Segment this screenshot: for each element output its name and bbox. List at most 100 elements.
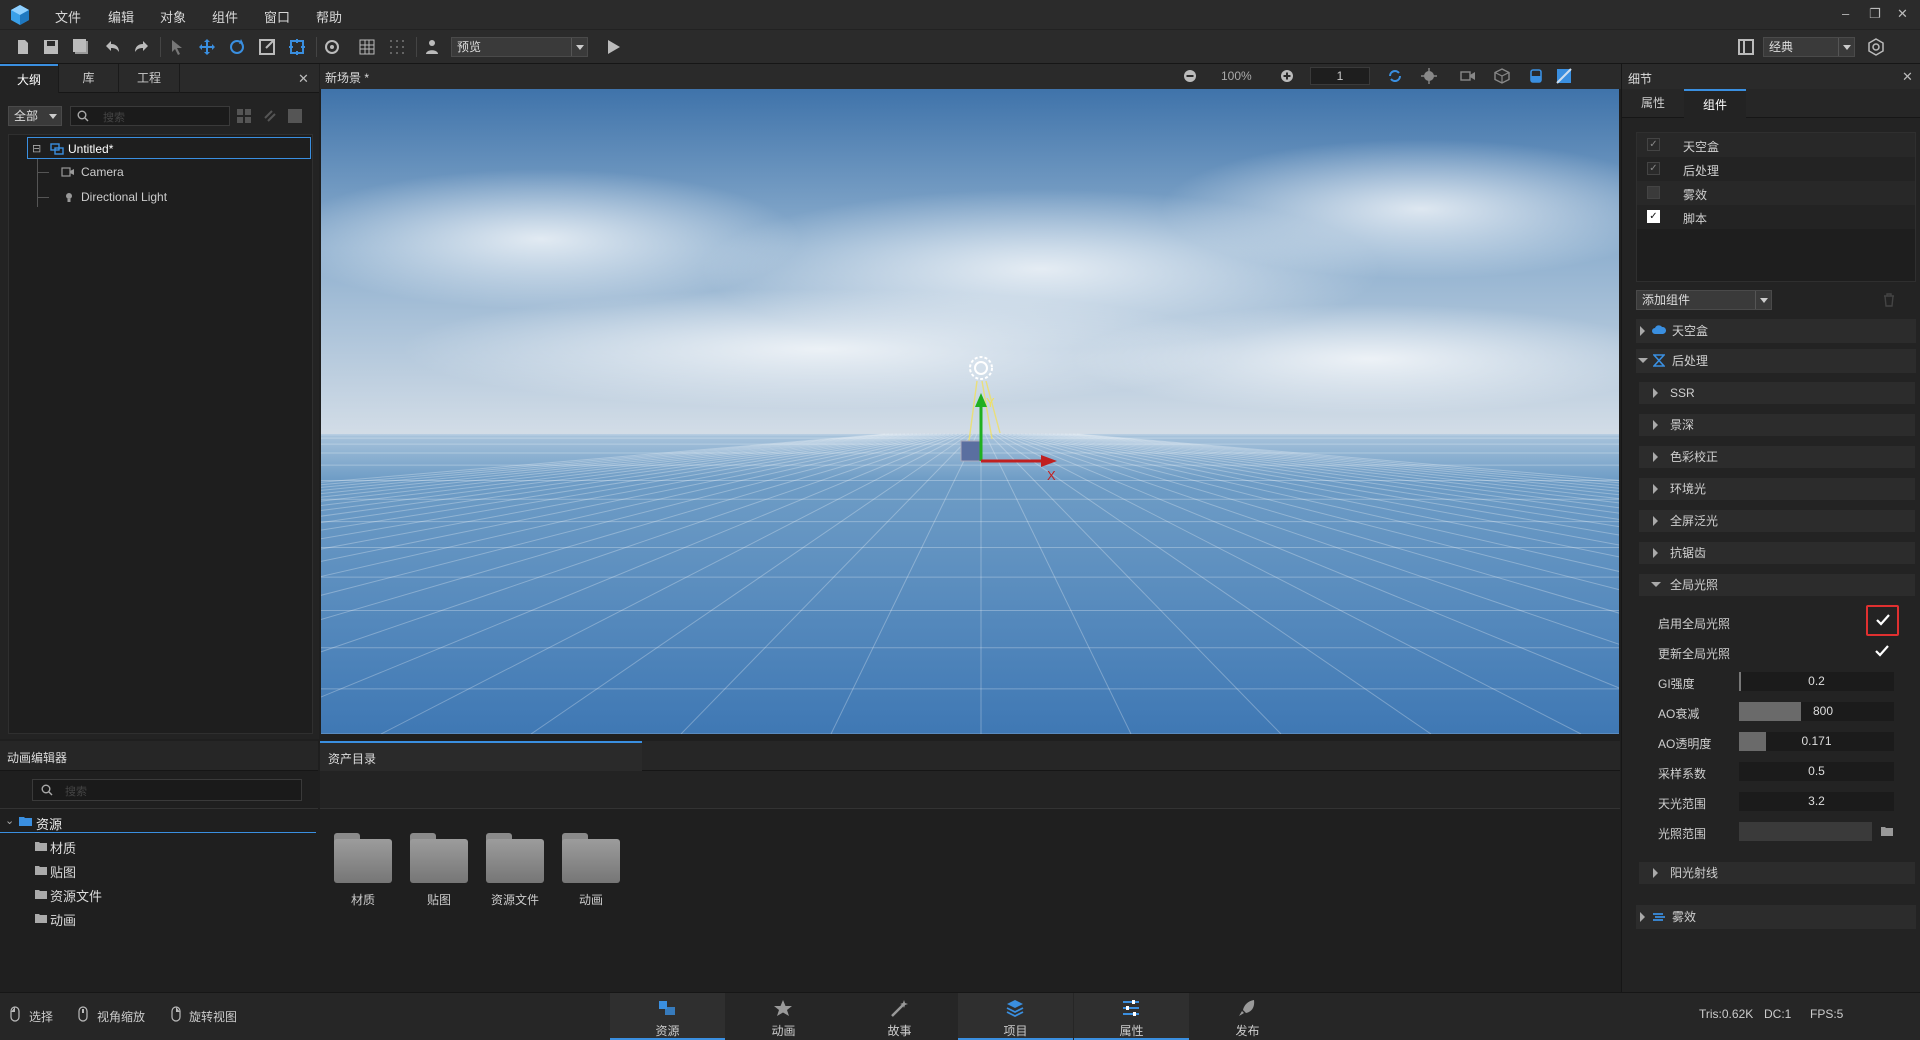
- perspective-icon[interactable]: [1528, 68, 1544, 84]
- section-postprocess[interactable]: 后处理: [1636, 349, 1916, 373]
- physics-icon[interactable]: [323, 38, 341, 56]
- camera-view-icon[interactable]: [1460, 68, 1476, 84]
- bottom-tab-assets[interactable]: 资源: [610, 993, 725, 1040]
- menu-component[interactable]: 组件: [212, 7, 238, 26]
- tree-item-assets-root[interactable]: ⌄ 资源: [0, 811, 316, 833]
- subsection-antialias[interactable]: 抗锯齿: [1639, 542, 1915, 564]
- anim-search-field[interactable]: 搜索: [32, 779, 302, 801]
- zoom-in-icon[interactable]: [1280, 69, 1294, 83]
- folder-browse-icon[interactable]: [1880, 825, 1894, 837]
- close-window-icon[interactable]: ✕: [1897, 6, 1908, 22]
- bottom-tab-project[interactable]: 项目: [958, 993, 1073, 1040]
- bottom-tab-story[interactable]: 故事: [842, 993, 957, 1040]
- bottom-tab-properties[interactable]: 属性: [1074, 993, 1189, 1040]
- dot-grid-icon[interactable]: [388, 38, 406, 56]
- collapse-icon[interactable]: [287, 108, 303, 124]
- grid-icon[interactable]: [358, 38, 376, 56]
- subsection-bloom[interactable]: 全屏泛光: [1639, 510, 1915, 532]
- cube-view-icon[interactable]: [1494, 68, 1510, 84]
- rotate-tool-icon[interactable]: [228, 38, 246, 56]
- scale-tool-icon[interactable]: [258, 38, 276, 56]
- tab-outline[interactable]: 大纲: [0, 64, 58, 93]
- component-checkbox-postprocess[interactable]: ✓: [1647, 162, 1660, 175]
- minimize-icon[interactable]: –: [1842, 6, 1849, 21]
- filter-grid-icon[interactable]: [236, 108, 252, 124]
- tree-item-scene[interactable]: ⊟ Untitled*: [27, 137, 311, 159]
- component-checkbox-skybox[interactable]: ✓: [1647, 138, 1660, 151]
- bottom-tab-publish[interactable]: 发布: [1190, 993, 1305, 1040]
- sync-view-icon[interactable]: [1387, 68, 1403, 84]
- chevron-down-icon[interactable]: ⌄: [5, 814, 14, 827]
- tree-item-material[interactable]: 材质: [34, 837, 234, 857]
- link-icon[interactable]: [262, 108, 278, 124]
- ao-opacity-slider[interactable]: 0.171: [1739, 732, 1894, 751]
- scene-viewport[interactable]: Y X: [321, 89, 1619, 734]
- subsection-dof[interactable]: 景深: [1639, 414, 1915, 436]
- subsection-global-illumination[interactable]: 全局光照: [1639, 574, 1915, 596]
- tab-asset-directory[interactable]: 资产目录: [320, 741, 642, 771]
- section-skybox[interactable]: 天空盒: [1636, 319, 1916, 343]
- tab-library[interactable]: 库: [58, 64, 118, 93]
- preview-dropdown[interactable]: 预览: [451, 37, 588, 57]
- tab-components[interactable]: 组件: [1684, 89, 1746, 118]
- move-tool-icon[interactable]: [198, 38, 216, 56]
- select-tool-icon[interactable]: [168, 38, 186, 56]
- save-all-icon[interactable]: [72, 38, 90, 56]
- subsection-ssr[interactable]: SSR: [1639, 382, 1915, 404]
- update-gi-checkbox[interactable]: [1874, 644, 1890, 658]
- character-icon[interactable]: [423, 38, 441, 56]
- sky-range-field[interactable]: 3.2: [1739, 792, 1894, 811]
- new-file-icon[interactable]: [14, 38, 32, 56]
- tree-item-resource-files[interactable]: 资源文件: [34, 885, 234, 905]
- tree-item-directional-light[interactable]: Directional Light: [59, 186, 309, 208]
- layout-icon[interactable]: [1737, 38, 1755, 56]
- subsection-sun-shaft[interactable]: 阳光射线: [1639, 862, 1915, 884]
- outline-search-field[interactable]: 搜索: [70, 106, 230, 126]
- tree-item-animation[interactable]: 动画: [34, 909, 234, 929]
- menu-window[interactable]: 窗口: [264, 7, 290, 26]
- component-checkbox-script[interactable]: ✓: [1647, 210, 1660, 223]
- restore-icon[interactable]: ❐: [1869, 6, 1881, 22]
- light-range-field[interactable]: [1739, 822, 1872, 841]
- zoom-out-icon[interactable]: [1183, 69, 1197, 83]
- bottom-tab-animation[interactable]: 动画: [726, 993, 841, 1040]
- gizmo-icon[interactable]: [1421, 68, 1437, 84]
- component-row-skybox[interactable]: ✓ 天空盒: [1637, 133, 1915, 157]
- tab-project[interactable]: 工程: [118, 64, 180, 93]
- undo-icon[interactable]: [103, 38, 121, 56]
- render-mode-icon[interactable]: [1556, 68, 1572, 84]
- trash-icon[interactable]: [1882, 293, 1896, 307]
- gi-strength-slider[interactable]: 0.2: [1739, 672, 1894, 691]
- component-row-postprocess[interactable]: ✓ 后处理: [1637, 157, 1915, 181]
- rect-tool-icon[interactable]: [288, 38, 306, 56]
- asset-path-bar: [320, 771, 1620, 809]
- ao-decay-slider[interactable]: 800: [1739, 702, 1894, 721]
- settings-hex-icon[interactable]: [1867, 38, 1885, 56]
- scene-tab-title[interactable]: 新场景 *: [325, 69, 369, 86]
- filter-dropdown[interactable]: 全部: [8, 106, 62, 126]
- component-row-fog[interactable]: 雾效: [1637, 181, 1915, 205]
- menu-edit[interactable]: 编辑: [108, 7, 134, 26]
- subsection-ambient[interactable]: 环境光: [1639, 478, 1915, 500]
- play-icon[interactable]: [604, 38, 622, 56]
- component-checkbox-fog[interactable]: [1647, 186, 1660, 199]
- tab-properties[interactable]: 属性: [1622, 89, 1684, 118]
- tree-item-texture[interactable]: 贴图: [34, 861, 234, 881]
- section-fog[interactable]: 雾效: [1636, 905, 1916, 929]
- frame-field[interactable]: 1: [1310, 67, 1370, 85]
- component-row-script[interactable]: ✓ 脚本: [1637, 205, 1915, 229]
- add-component-dropdown[interactable]: 添加组件: [1636, 290, 1772, 310]
- layout-dropdown[interactable]: 经典: [1763, 37, 1855, 57]
- menu-help[interactable]: 帮助: [316, 7, 342, 26]
- menu-file[interactable]: 文件: [55, 7, 81, 26]
- enable-gi-checkbox[interactable]: [1866, 605, 1899, 636]
- tree-item-camera[interactable]: Camera: [59, 161, 309, 183]
- save-icon[interactable]: [42, 38, 60, 56]
- close-icon[interactable]: ✕: [298, 71, 309, 87]
- sample-coef-field[interactable]: 0.5: [1739, 762, 1894, 781]
- collapse-toggle-icon[interactable]: ⊟: [32, 138, 41, 160]
- menu-object[interactable]: 对象: [160, 7, 186, 26]
- redo-icon[interactable]: [133, 38, 151, 56]
- subsection-color-correction[interactable]: 色彩校正: [1639, 446, 1915, 468]
- close-icon[interactable]: ✕: [1902, 69, 1913, 85]
